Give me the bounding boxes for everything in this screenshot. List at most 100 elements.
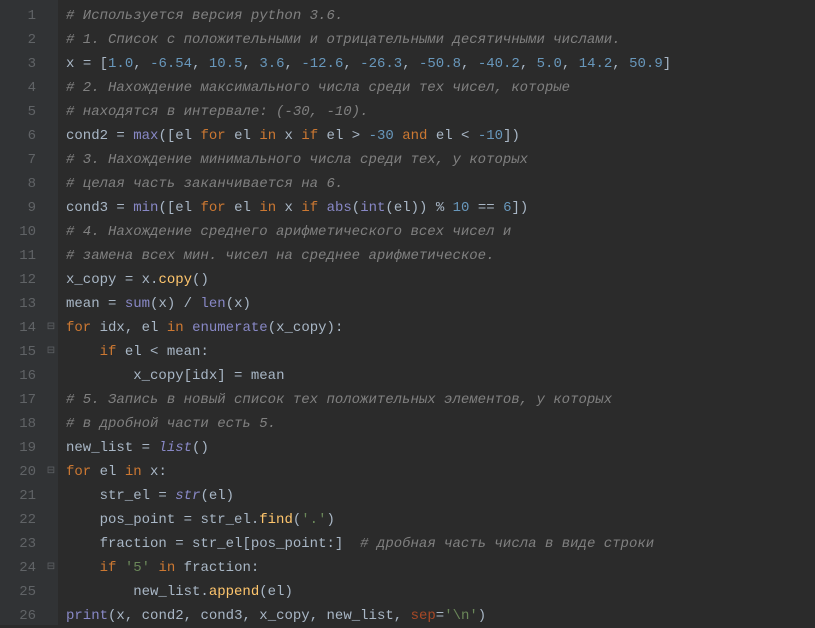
line-number: 6 bbox=[12, 124, 36, 148]
fold-column: ⊟⊟⊟⊟ bbox=[44, 0, 58, 625]
code-line[interactable]: fraction = str_el[pos_point:] # дробная … bbox=[66, 532, 671, 556]
token-bracket: ) bbox=[243, 296, 251, 312]
code-line[interactable]: mean = sum(x) / len(x) bbox=[66, 292, 671, 316]
token-kw: if bbox=[301, 200, 318, 216]
token-var bbox=[318, 200, 326, 216]
token-op: , bbox=[184, 608, 201, 624]
code-line[interactable]: for idx, el in enumerate(x_copy): bbox=[66, 316, 671, 340]
code-line[interactable]: # 4. Нахождение среднего арифметического… bbox=[66, 220, 671, 244]
token-op: : bbox=[335, 320, 343, 336]
token-op: % bbox=[427, 200, 452, 216]
token-var: idx bbox=[91, 320, 125, 336]
code-editor[interactable]: 1234567891011121314151617181920212223242… bbox=[0, 0, 815, 625]
token-var: mean bbox=[167, 344, 201, 360]
code-line[interactable]: # 3. Нахождение минимального числа среди… bbox=[66, 148, 671, 172]
token-comment: # 1. Список с положительными и отрицател… bbox=[66, 32, 621, 48]
code-line[interactable]: # целая часть заканчивается на 6. bbox=[66, 172, 671, 196]
line-number: 16 bbox=[12, 364, 36, 388]
token-var bbox=[184, 320, 192, 336]
fold-spacer bbox=[44, 100, 58, 124]
line-number: 1 bbox=[12, 4, 36, 28]
code-line[interactable]: # в дробной части есть 5. bbox=[66, 412, 671, 436]
token-kw: and bbox=[402, 128, 427, 144]
token-comment: # 2. Нахождение максимального числа сред… bbox=[66, 80, 570, 96]
token-var: idx bbox=[192, 368, 217, 384]
token-var: cond3 bbox=[66, 200, 116, 216]
token-builtin: abs bbox=[327, 200, 352, 216]
line-number: 11 bbox=[12, 244, 36, 268]
token-num: 1.0 bbox=[108, 56, 133, 72]
line-number: 2 bbox=[12, 28, 36, 52]
code-line[interactable]: cond2 = max([el for el in x if el > -30 … bbox=[66, 124, 671, 148]
token-var: x bbox=[66, 56, 83, 72]
token-op: , bbox=[125, 320, 142, 336]
code-line[interactable]: cond3 = min([el for el in x if abs(int(e… bbox=[66, 196, 671, 220]
fold-toggle-icon[interactable]: ⊟ bbox=[44, 316, 58, 340]
code-line[interactable]: for el in x: bbox=[66, 460, 671, 484]
token-bracket: ([ bbox=[158, 200, 175, 216]
fold-spacer bbox=[44, 292, 58, 316]
code-area[interactable]: # Используется версия python 3.6. # 1. Сп… bbox=[58, 0, 671, 625]
token-bracket: ) bbox=[167, 296, 175, 312]
token-var: x bbox=[116, 608, 124, 624]
code-line[interactable]: # замена всех мин. чисел на среднее ариф… bbox=[66, 244, 671, 268]
token-var: el bbox=[91, 464, 125, 480]
token-kw: for bbox=[200, 128, 225, 144]
token-num: 14.2 bbox=[579, 56, 613, 72]
token-num: 10.5 bbox=[209, 56, 243, 72]
code-line[interactable]: print(x, cond2, cond3, x_copy, new_list,… bbox=[66, 604, 671, 628]
token-bracket: ) bbox=[226, 488, 234, 504]
token-bracket: ([ bbox=[158, 128, 175, 144]
token-var: cond3 bbox=[200, 608, 242, 624]
fold-spacer bbox=[44, 604, 58, 628]
code-line[interactable]: x_copy = x.copy() bbox=[66, 268, 671, 292]
token-bracket: )) bbox=[411, 200, 428, 216]
token-op: > bbox=[352, 128, 369, 144]
fold-toggle-icon[interactable]: ⊟ bbox=[44, 340, 58, 364]
code-line[interactable]: x = [1.0, -6.54, 10.5, 3.6, -12.6, -26.3… bbox=[66, 52, 671, 76]
code-line[interactable]: # 2. Нахождение максимального числа сред… bbox=[66, 76, 671, 100]
line-number: 9 bbox=[12, 196, 36, 220]
code-line[interactable]: new_list = list() bbox=[66, 436, 671, 460]
token-bracket: [ bbox=[100, 56, 108, 72]
code-line[interactable]: if '5' in fraction: bbox=[66, 556, 671, 580]
token-num: 3.6 bbox=[259, 56, 284, 72]
token-op: = bbox=[226, 368, 251, 384]
token-var: mean bbox=[66, 296, 108, 312]
token-kw: for bbox=[200, 200, 225, 216]
fold-toggle-icon[interactable]: ⊟ bbox=[44, 460, 58, 484]
code-line[interactable]: # 1. Список с положительными и отрицател… bbox=[66, 28, 671, 52]
code-line[interactable]: # 5. Запись в новый список тех положител… bbox=[66, 388, 671, 412]
code-line[interactable]: # Используется версия python 3.6. bbox=[66, 4, 671, 28]
token-op: , bbox=[612, 56, 629, 72]
line-number: 26 bbox=[12, 604, 36, 628]
token-op: , bbox=[310, 608, 327, 624]
token-num: 5.0 bbox=[537, 56, 562, 72]
token-var: cond2 bbox=[142, 608, 184, 624]
code-line[interactable]: # находятся в интервале: (-30, -10). bbox=[66, 100, 671, 124]
token-op: = bbox=[436, 608, 444, 624]
line-number: 23 bbox=[12, 532, 36, 556]
token-builtin2: list bbox=[158, 440, 192, 456]
fold-spacer bbox=[44, 412, 58, 436]
token-num: -12.6 bbox=[301, 56, 343, 72]
token-comment: # находятся в интервале: (-30, -10). bbox=[66, 104, 368, 120]
fold-spacer bbox=[44, 220, 58, 244]
code-line[interactable]: new_list.append(el) bbox=[66, 580, 671, 604]
token-num: 10 bbox=[453, 200, 470, 216]
code-line[interactable]: if el < mean: bbox=[66, 340, 671, 364]
fold-spacer bbox=[44, 76, 58, 100]
fold-toggle-icon[interactable]: ⊟ bbox=[44, 556, 58, 580]
token-var: x bbox=[142, 464, 159, 480]
code-line[interactable]: x_copy[idx] = mean bbox=[66, 364, 671, 388]
token-bracket: ( bbox=[385, 200, 393, 216]
fold-spacer bbox=[44, 508, 58, 532]
code-line[interactable]: str_el = str(el) bbox=[66, 484, 671, 508]
token-comment: # 5. Запись в новый список тех положител… bbox=[66, 392, 612, 408]
token-var: str_el bbox=[66, 488, 158, 504]
token-var: new_list. bbox=[66, 584, 209, 600]
fold-spacer bbox=[44, 172, 58, 196]
fold-spacer bbox=[44, 580, 58, 604]
token-var: str_el bbox=[192, 536, 242, 552]
code-line[interactable]: pos_point = str_el.find('.') bbox=[66, 508, 671, 532]
